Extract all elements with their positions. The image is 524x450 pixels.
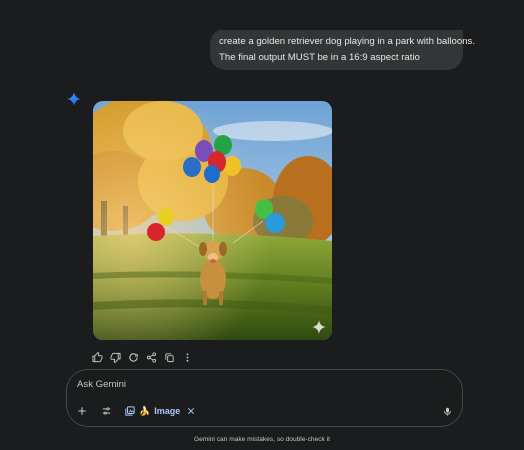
microphone-icon[interactable] xyxy=(443,406,452,417)
banana-emoji: 🍌 xyxy=(139,405,151,416)
user-message-line-1: create a golden retriever dog playing in… xyxy=(219,36,475,47)
regenerate-icon[interactable] xyxy=(128,352,139,363)
image-gallery-icon xyxy=(125,406,135,416)
thumbs-up-icon[interactable] xyxy=(92,351,103,363)
prompt-input-placeholder[interactable]: Ask Gemini xyxy=(77,379,126,390)
generated-image[interactable] xyxy=(93,101,332,340)
gemini-sparkle-icon xyxy=(67,92,81,106)
plus-icon[interactable] xyxy=(77,406,87,416)
tools-sliders-icon[interactable] xyxy=(101,406,112,416)
copy-icon[interactable] xyxy=(164,352,175,363)
user-message-line-2: The final output MUST be in a 16:9 aspec… xyxy=(219,52,420,63)
image-tool-chip[interactable]: 🍌 Image xyxy=(125,404,195,418)
prompt-input-box[interactable]: Ask Gemini 🍌 Image xyxy=(66,369,463,427)
user-message-bubble: create a golden retriever dog playing in… xyxy=(210,22,475,70)
image-chip-label: Image xyxy=(154,406,181,416)
more-options-icon[interactable] xyxy=(182,352,193,363)
response-actions xyxy=(92,351,193,363)
close-icon[interactable] xyxy=(187,407,195,415)
share-icon[interactable] xyxy=(146,351,157,363)
disclaimer-text: Gemini can make mistakes, so double-chec… xyxy=(194,436,330,443)
thumbs-down-icon[interactable] xyxy=(110,352,121,363)
